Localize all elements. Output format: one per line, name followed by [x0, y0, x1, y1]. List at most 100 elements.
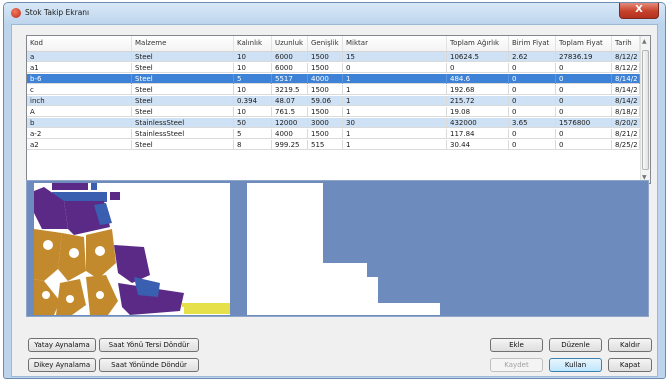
grid-scrollbar[interactable]: ▲ ▼ [640, 36, 650, 183]
rotate-ccw-button[interactable]: Saat Yönü Tersi Döndür [99, 338, 199, 352]
col-header-toplam-agirlik[interactable]: Toplam Ağırlık [447, 36, 509, 51]
use-button[interactable]: Kullan [549, 358, 602, 372]
cell-toplam-agirlik[interactable]: 192.68 [447, 85, 509, 95]
cell-miktar[interactable]: 1 [343, 140, 447, 150]
cell-toplam-fiyat[interactable]: 27836.19 [556, 52, 612, 62]
cell-toplam-agirlik[interactable]: 10624.5 [447, 52, 509, 62]
cell-toplam-fiyat[interactable]: 0 [556, 107, 612, 117]
cell-malzeme[interactable]: Steel [132, 63, 234, 73]
col-header-birim-fiyat[interactable]: Birim Fiyat [509, 36, 556, 51]
cell-genislik[interactable]: 1500 [308, 52, 343, 62]
cell-birim-fiyat[interactable]: 2.62 [509, 52, 556, 62]
mirror-vertical-button[interactable]: Dikey Aynalama [28, 358, 96, 372]
edit-button[interactable]: Düzenle [549, 338, 602, 352]
cell-kod[interactable]: b [27, 118, 132, 128]
cell-tarih[interactable]: 8/14/2 [612, 96, 640, 106]
cell-malzeme[interactable]: Steel [132, 85, 234, 95]
cell-miktar[interactable]: 1 [343, 96, 447, 106]
cell-genislik[interactable]: 1500 [308, 107, 343, 117]
table-row[interactable]: A Steel 10 761.5 1500 1 19.08 0 0 8/18/2 [27, 107, 640, 117]
cell-tarih[interactable]: 8/14/2 [612, 85, 640, 95]
cell-uzunluk[interactable]: 6000 [272, 52, 308, 62]
cell-toplam-agirlik[interactable]: 215.72 [447, 96, 509, 106]
cell-kod[interactable]: a1 [27, 63, 132, 73]
cell-toplam-agirlik[interactable]: 30.44 [447, 140, 509, 150]
cell-miktar[interactable]: 1 [343, 107, 447, 117]
cell-uzunluk[interactable]: 761.5 [272, 107, 308, 117]
cell-genislik[interactable]: 3000 [308, 118, 343, 128]
col-header-genislik[interactable]: Genişlik [308, 36, 343, 51]
cell-kalinlik[interactable]: 5 [234, 129, 272, 139]
scroll-thumb[interactable] [642, 50, 649, 170]
cell-tarih[interactable]: 8/12/2 [612, 52, 640, 62]
table-row[interactable]: a-2 StainlessSteel 5 4000 1500 1 117.84 0 0 8/21/… [27, 129, 640, 139]
cell-toplam-fiyat[interactable]: 0 [556, 140, 612, 150]
cell-kod[interactable]: A [27, 107, 132, 117]
cell-toplam-agirlik[interactable]: 432000 [447, 118, 509, 128]
cell-genislik[interactable]: 1500 [308, 85, 343, 95]
cell-tarih[interactable]: 8/21/2 [612, 129, 640, 139]
cell-miktar[interactable]: 15 [343, 52, 447, 62]
cell-toplam-agirlik[interactable]: 117.84 [447, 129, 509, 139]
col-header-malzeme[interactable]: Malzeme [132, 36, 234, 51]
add-button[interactable]: Ekle [490, 338, 543, 352]
cell-uzunluk[interactable]: 6000 [272, 63, 308, 73]
title-bar[interactable]: Stok Takip Ekranı X [4, 3, 665, 23]
cell-kalinlik[interactable]: 10 [234, 63, 272, 73]
table-row[interactable]: b-6 Steel 5 5517 4000 1 484.6 0 0 8/14/2 [27, 74, 640, 84]
cell-uzunluk[interactable]: 3219.5 [272, 85, 308, 95]
cell-kalinlik[interactable]: 10 [234, 107, 272, 117]
save-button[interactable]: Kaydet [490, 358, 543, 372]
cell-toplam-fiyat[interactable]: 0 [556, 85, 612, 95]
cell-tarih[interactable]: 8/12/2 [612, 63, 640, 73]
cell-malzeme[interactable]: Steel [132, 74, 234, 84]
cell-malzeme[interactable]: Steel [132, 107, 234, 117]
cell-birim-fiyat[interactable]: 0 [509, 107, 556, 117]
stock-grid[interactable]: Kod Malzeme Kalınlık Uzunluk Genişlik Mi… [26, 35, 651, 184]
cell-kalinlik[interactable]: 50 [234, 118, 272, 128]
cell-birim-fiyat[interactable]: 0 [509, 85, 556, 95]
cell-kalinlik[interactable]: 5 [234, 74, 272, 84]
cell-genislik[interactable]: 59.06 [308, 96, 343, 106]
cell-kod[interactable]: a2 [27, 140, 132, 150]
remove-button[interactable]: Kaldır [608, 338, 652, 352]
col-header-kod[interactable]: Kod [27, 36, 132, 51]
cell-toplam-agirlik[interactable]: 19.08 [447, 107, 509, 117]
close-button[interactable]: Kapat [608, 358, 652, 372]
cell-kalinlik[interactable]: 8 [234, 140, 272, 150]
table-row[interactable]: a1 Steel 10 6000 1500 0 0 0 0 8/12/2 [27, 63, 640, 73]
col-header-uzunluk[interactable]: Uzunluk [272, 36, 308, 51]
cell-kod[interactable]: inch [27, 96, 132, 106]
cell-malzeme[interactable]: StainlessSteel [132, 118, 234, 128]
mirror-horizontal-button[interactable]: Yatay Aynalama [28, 338, 96, 352]
cell-uzunluk[interactable]: 4000 [272, 129, 308, 139]
cell-kalinlik[interactable]: 10 [234, 85, 272, 95]
cell-malzeme[interactable]: Steel [132, 140, 234, 150]
cell-uzunluk[interactable]: 12000 [272, 118, 308, 128]
cell-toplam-agirlik[interactable]: 0 [447, 63, 509, 73]
cell-birim-fiyat[interactable]: 0 [509, 96, 556, 106]
cell-birim-fiyat[interactable]: 0 [509, 129, 556, 139]
cell-malzeme[interactable]: Steel [132, 52, 234, 62]
col-header-toplam-fiyat[interactable]: Toplam Fiyat [556, 36, 612, 51]
cell-birim-fiyat[interactable]: 3.65 [509, 118, 556, 128]
cell-kod[interactable]: c [27, 85, 132, 95]
cell-toplam-fiyat[interactable]: 1576800 [556, 118, 612, 128]
cell-uzunluk[interactable]: 999.25 [272, 140, 308, 150]
cell-toplam-fiyat[interactable]: 0 [556, 129, 612, 139]
table-row[interactable]: a2 Steel 8 999.25 515 1 30.44 0 0 8/25/2 [27, 140, 640, 150]
col-header-kalinlik[interactable]: Kalınlık [234, 36, 272, 51]
cell-birim-fiyat[interactable]: 0 [509, 63, 556, 73]
cell-miktar[interactable]: 0 [343, 63, 447, 73]
cell-miktar[interactable]: 1 [343, 85, 447, 95]
cell-malzeme[interactable]: Steel [132, 96, 234, 106]
cell-miktar[interactable]: 1 [343, 74, 447, 84]
table-row[interactable]: inch Steel 0.394 48.07 59.06 1 215.72 0 0 8/14/2 [27, 96, 640, 106]
cell-toplam-agirlik[interactable]: 484.6 [447, 74, 509, 84]
cell-tarih[interactable]: 8/14/2 [612, 74, 640, 84]
cell-kod[interactable]: a [27, 52, 132, 62]
table-row[interactable]: a Steel 10 6000 1500 15 10624.5 2.62 27836.19 8/1… [27, 52, 640, 62]
cell-birim-fiyat[interactable]: 0 [509, 74, 556, 84]
table-row[interactable]: b StainlessSteel 50 12000 3000 30 432000 3.65 15… [27, 118, 640, 128]
cell-miktar[interactable]: 1 [343, 129, 447, 139]
